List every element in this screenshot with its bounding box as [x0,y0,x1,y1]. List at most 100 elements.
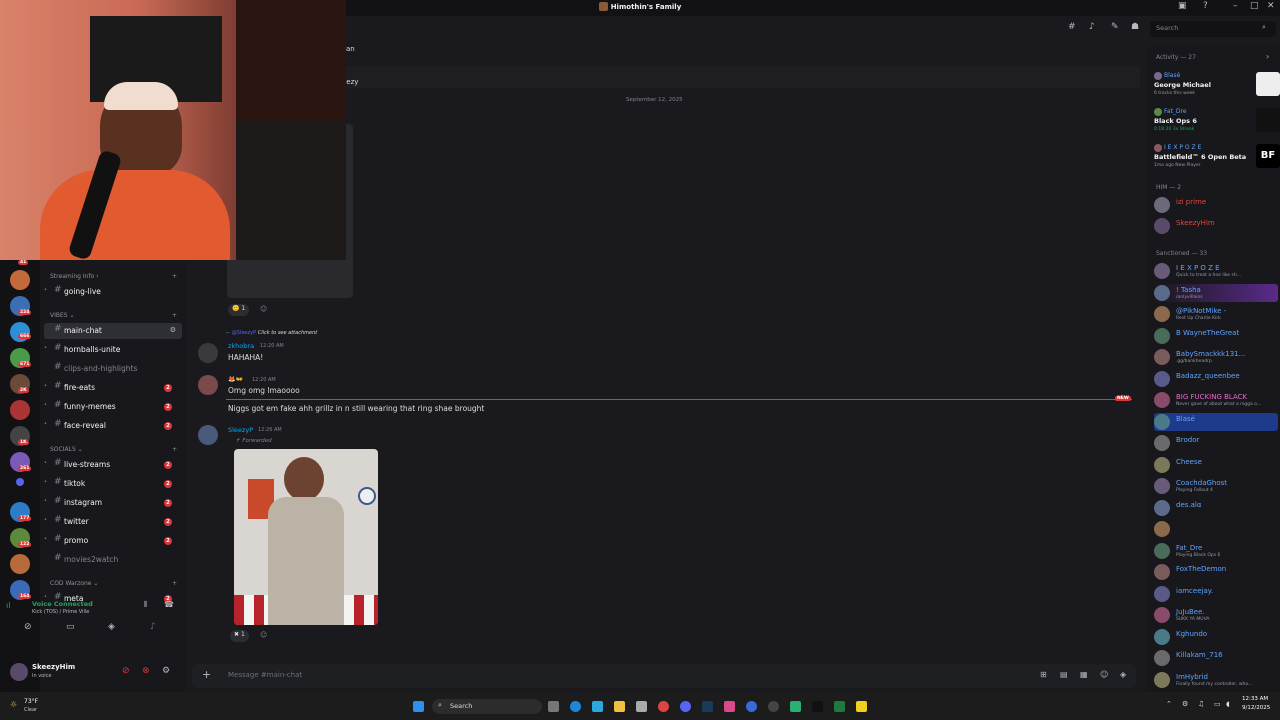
member-item[interactable]: Kghundo [1154,628,1278,646]
camera-icon[interactable]: ⊘ [24,622,32,632]
member-item[interactable]: @PikNotMike - Rest Up Charlie Kirk [1154,305,1278,323]
app-icon[interactable] [790,701,801,712]
help-icon[interactable]: ? [1203,1,1208,11]
avatar[interactable] [198,375,218,395]
add-channel-icon[interactable]: + [172,312,177,319]
category-socials[interactable]: SOCIALS ⌄ + [50,446,177,453]
channel-face-reveal[interactable]: • # face-reveal 2 [44,418,182,434]
network-icon[interactable]: ▭ [1214,700,1221,708]
soundboard-icon[interactable]: ♪ [150,622,156,632]
member-item[interactable]: B WayneTheGreat [1154,327,1278,345]
member-item[interactable]: Blasé [1154,412,1278,431]
noise-suppression-icon[interactable]: ⫴ [144,600,147,610]
member-item[interactable]: des.alα [1154,499,1278,517]
task-view-icon[interactable] [548,701,559,712]
add-attachment-icon[interactable]: + [202,668,211,681]
maximize-button[interactable]: □ [1250,1,1259,11]
server-icon[interactable] [10,270,30,290]
add-channel-icon[interactable]: + [172,446,177,453]
edge-icon[interactable] [570,701,581,712]
add-reaction-icon[interactable]: ☺ [260,305,267,313]
channel-main-chat[interactable]: # main-chat ⚙ [44,323,182,339]
start-icon[interactable] [413,701,424,712]
add-reaction-icon[interactable]: ☺ [260,631,267,639]
message-author[interactable]: SleezyP [228,426,253,434]
gift-icon[interactable]: ⊞ [1040,670,1047,679]
add-channel-icon[interactable]: + [172,580,177,587]
member-item[interactable]: FoxTheDemon [1154,563,1278,581]
chrome-icon[interactable] [658,701,669,712]
reaction[interactable]: ✖ 1 [230,630,249,642]
server-icon[interactable] [10,400,30,420]
file-explorer-icon[interactable] [614,701,625,712]
member-item[interactable]: Killakam_716 [1154,649,1278,667]
emoji-icon[interactable]: ☺ [1100,670,1108,679]
member-item[interactable]: ! Tasha/onlyvillains [1154,283,1278,302]
channel-movies2watch[interactable]: # movies2watch [44,552,182,568]
category-vibes[interactable]: VIBES ⌄ + [50,312,177,319]
server-icon[interactable] [10,322,30,342]
channel-live-streams[interactable]: • # live-streams 2 [44,457,182,473]
avatar[interactable] [198,343,218,363]
add-channel-icon[interactable]: + [172,273,177,280]
member-list-icon[interactable]: ☗ [1131,22,1139,32]
disconnect-icon[interactable]: ☎ [164,600,174,609]
member-item[interactable]: izi prime [1154,196,1278,214]
channel-funny-memes[interactable]: • # funny-memes 2 [44,399,182,415]
avatar[interactable] [198,425,218,445]
channel-fire-eats[interactable]: • # fire-eats 2 [44,380,182,396]
tray-chevron-icon[interactable]: ⌃ [1166,700,1172,708]
voice-channel[interactable]: Kick (TOS) / Prime Ville [32,609,89,615]
reaction[interactable]: 🙂 1 [228,304,250,316]
member-item[interactable]: ImHybrid Finally found my controller, who… [1154,671,1278,689]
message-author[interactable]: zkhobra [228,342,254,350]
close-button[interactable]: ✕ [1267,1,1275,11]
sticky-notes-icon[interactable] [856,701,867,712]
settings-icon[interactable]: ⚙ [170,326,176,334]
member-item[interactable]: Brodor [1154,434,1278,452]
search-input[interactable]: Search ⌕ [1150,21,1276,37]
instagram-icon[interactable] [724,701,735,712]
tray-icon[interactable]: ⚙ [1182,700,1188,708]
activity-card[interactable]: Blasé George Michael 6 tracks this week [1154,70,1280,100]
screen-share-icon[interactable]: ▭ [66,622,75,632]
volume-icon[interactable]: ◖ [1226,700,1230,708]
member-item[interactable]: iamceejay. [1154,585,1278,603]
app-icon[interactable] [746,701,757,712]
channel-twitter[interactable]: • # twitter 2 [44,514,182,530]
server-icon[interactable] [10,554,30,574]
folder-icon[interactable] [16,478,24,486]
member-item[interactable]: Cheese [1154,456,1278,474]
copilot-icon[interactable] [592,701,603,712]
weather-temp[interactable]: 73°F [24,698,38,705]
member-item[interactable]: BIG FUCKING BLACK Never gave af about wha… [1154,391,1278,409]
clock-time[interactable]: 12:33 AM [1242,696,1268,702]
channel-going-live[interactable]: • # going-live [44,284,182,300]
apps-icon[interactable]: ◈ [1120,670,1126,679]
avatar[interactable] [10,663,28,681]
member-item[interactable]: I E X P O Z E Quick to treat a hoe like s… [1154,262,1278,280]
pin-icon[interactable]: ✎ [1111,22,1119,32]
activity-card[interactable]: Fat_Dre Black Ops 6 0:18:20 3x Streak [1154,106,1280,136]
inbox-icon[interactable]: ▣ [1178,1,1187,11]
channel-tiktok[interactable]: • # tiktok 2 [44,476,182,492]
excel-icon[interactable] [834,701,845,712]
notification-bell-icon[interactable]: ♪ [1089,22,1095,32]
category-streaming-info[interactable]: Streaming Info › + [50,273,177,280]
clock-date[interactable]: 9/12/2025 [1242,705,1270,711]
activity-card[interactable]: I E X P O Z E Battlefield™ 6 Open Beta 1… [1154,142,1280,172]
member-item[interactable]: BabySmackkk131... .gg/bankheadrp [1154,348,1278,366]
voice-status[interactable]: Voice Connected [32,600,93,608]
channel-instagram[interactable]: • # instagram 2 [44,495,182,511]
member-item[interactable]: Fat_Dre Playing Black Ops 6 [1154,542,1278,560]
steam-icon[interactable] [702,701,713,712]
threads-icon[interactable]: # [1068,22,1076,32]
member-item[interactable] [1154,520,1278,538]
weather-condition[interactable]: Clear [24,707,37,713]
gif-icon[interactable]: ▤ [1060,670,1068,679]
minimize-button[interactable]: – [1233,1,1238,11]
category-cod-warzone[interactable]: COD Warzone ⌄ + [50,580,177,587]
member-item[interactable]: CoachdaGhost Playing Fallout 4 [1154,477,1278,495]
member-item[interactable]: SkeezyHim [1154,217,1278,235]
tiktok-icon[interactable] [812,701,823,712]
